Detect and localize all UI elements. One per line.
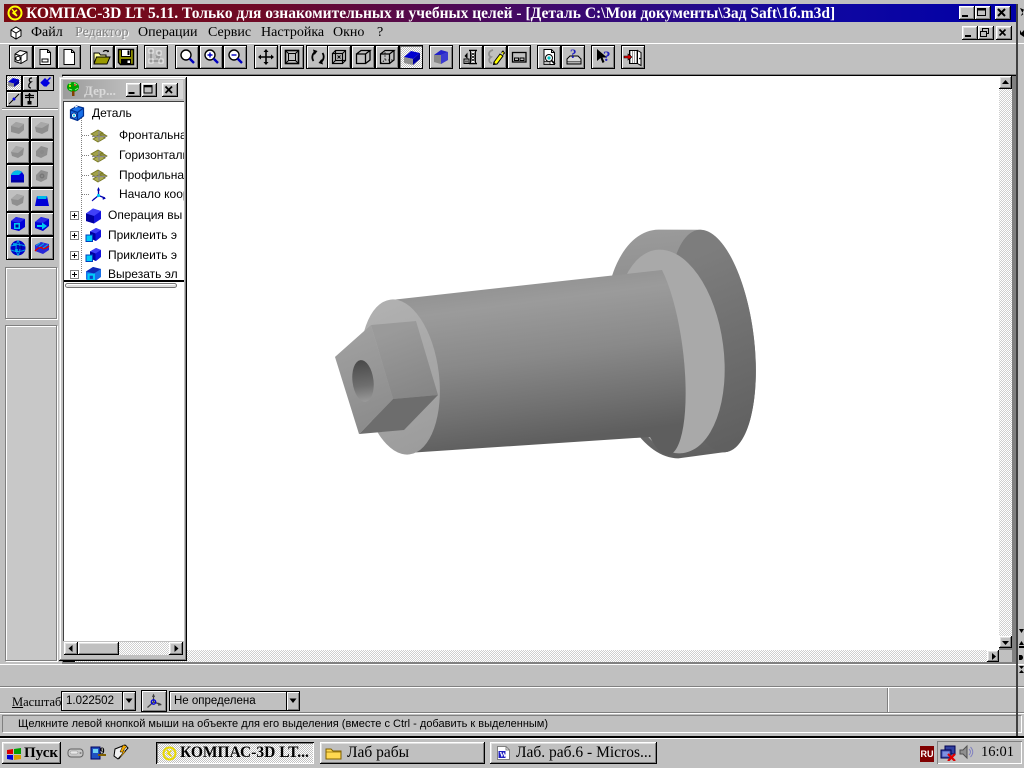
svg-text:?: ?	[603, 49, 611, 65]
svg-text:W: W	[500, 750, 508, 759]
svg-text:?: ?	[570, 47, 577, 61]
svg-text:9: 9	[100, 746, 105, 756]
